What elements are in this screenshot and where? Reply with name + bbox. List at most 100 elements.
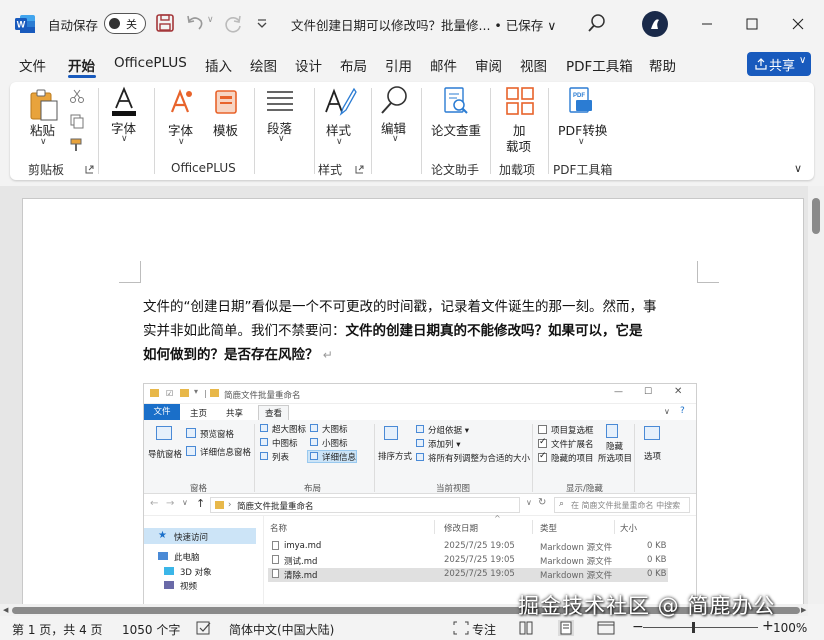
editing-search-icon <box>381 86 407 114</box>
template-button[interactable]: 模板 <box>213 120 238 139</box>
explorer-ribbon-sep <box>374 424 375 492</box>
tab-home[interactable]: 开始 <box>68 55 95 75</box>
explorer-group-layout: 布局 <box>304 484 322 494</box>
tab-layout[interactable]: 布局 <box>340 55 367 75</box>
body-paragraph[interactable]: 文件的“创建日期”看似是一个不可更改的时间戳，记录着文件诞生的那一刻。然而，事 … <box>143 295 703 367</box>
pdf-convert-dropdown-icon[interactable]: ∨ <box>578 137 585 147</box>
tab-view[interactable]: 视图 <box>520 55 547 75</box>
document-page[interactable]: 文件的“创建日期”看似是一个不可更改的时间戳，记录着文件诞生的那一刻。然而，事 … <box>22 198 804 604</box>
web-layout-icon[interactable] <box>597 620 615 636</box>
md-file-icon <box>272 569 279 578</box>
tab-insert[interactable]: 插入 <box>205 55 232 75</box>
addins-button-line2[interactable]: 载项 <box>506 136 531 155</box>
paper-check-button[interactable]: 论文查重 <box>431 120 481 139</box>
qat-dropdown-icon: ▾ <box>194 387 199 396</box>
format-painter-icon[interactable] <box>69 137 85 153</box>
customize-qat-icon[interactable] <box>251 12 273 34</box>
paragraph-line-2: 实并非如此简单。我们不禁要问：文件的创建日期真的不能修改吗？如果可以，它是 <box>143 319 703 343</box>
tab-mailings[interactable]: 邮件 <box>430 55 457 75</box>
explorer-titlebar: ☑ ▾ | 简鹿文件批量重命名 — ☐ ✕ <box>144 384 696 404</box>
ribbon-separator <box>371 88 372 174</box>
zoom-slider-knob[interactable] <box>692 622 695 633</box>
read-mode-icon[interactable] <box>518 620 534 636</box>
vertical-scrollbar[interactable] <box>808 186 824 604</box>
copy-icon[interactable] <box>69 113 85 129</box>
scroll-left-icon[interactable]: ◀ <box>3 606 8 614</box>
autosave-toggle[interactable]: 关 <box>104 13 146 34</box>
avatar-icon <box>643 12 667 36</box>
explorer-s-icons: 小图标 <box>322 439 348 449</box>
embedded-explorer-screenshot[interactable]: ☑ ▾ | 简鹿文件批量重命名 — ☐ ✕ 文件 主页 共享 查看 ∨ ? 导航… <box>143 383 697 604</box>
tab-file[interactable]: 文件 <box>19 55 46 75</box>
column-name: 名称 <box>270 524 288 534</box>
md-file-icon <box>272 541 279 550</box>
font-dropdown-icon[interactable]: ∨ <box>121 134 128 144</box>
user-avatar[interactable] <box>642 11 668 37</box>
styles-launcher-icon[interactable] <box>355 165 364 174</box>
paste-dropdown-icon[interactable]: ∨ <box>40 137 47 147</box>
ribbon-separator <box>98 88 99 174</box>
active-tab-indicator <box>68 75 96 78</box>
explorer-nav-pc: 此电脑 <box>174 553 200 563</box>
file-type: Markdown 源文件 <box>540 543 613 553</box>
scroll-right-icon[interactable]: ▶ <box>801 606 806 614</box>
paragraph-dropdown-icon[interactable]: ∨ <box>278 134 285 144</box>
paragraph-line-3: 如何做到的？是否存在风险？ ↵ <box>143 343 703 367</box>
ribbon-collapse-icon[interactable]: ∨ <box>794 162 802 175</box>
share-button[interactable]: 共享 ∨ <box>747 52 811 76</box>
autosave-label: 自动保存 <box>48 18 99 33</box>
focus-mode[interactable]: 专注 <box>472 621 496 638</box>
cut-icon[interactable] <box>69 88 85 104</box>
document-title[interactable]: 文件创建日期可以修改吗？批量修... • 已保存 ∨ <box>291 15 556 34</box>
explorer-list: 列表 <box>272 453 290 463</box>
maximize-icon[interactable] <box>739 12 765 36</box>
options-icon <box>644 426 660 440</box>
officeplus-font-dropdown-icon[interactable]: ∨ <box>178 137 185 147</box>
explorer-details: 详细信息 <box>322 453 357 463</box>
editing-dropdown-icon[interactable]: ∨ <box>392 134 399 144</box>
explorer-nav-video: 视频 <box>180 582 198 592</box>
column-sep <box>614 520 615 534</box>
styles-dropdown-icon[interactable]: ∨ <box>336 137 343 147</box>
tab-officeplus[interactable]: OfficePLUS <box>114 55 187 71</box>
ribbon-separator <box>254 88 255 174</box>
word-count[interactable]: 1050 个字 <box>122 621 180 638</box>
zoom-out-icon[interactable]: − <box>632 619 644 635</box>
undo-icon[interactable] <box>184 12 206 34</box>
tab-review[interactable]: 审阅 <box>475 55 502 75</box>
language-indicator[interactable]: 简体中文(中国大陆) <box>229 621 334 638</box>
explorer-preview-pane: 预览窗格 <box>200 430 235 440</box>
undo-dropdown-icon[interactable]: ∨ <box>207 15 214 25</box>
redo-icon[interactable] <box>222 12 244 34</box>
explorer-selected: 所选项目 <box>598 454 633 464</box>
refresh-icon: ↻ <box>538 497 547 508</box>
minimize-icon[interactable] <box>694 12 720 36</box>
ribbon-home: 粘贴 ∨ 剪贴板 字体 ∨ 字体 ∨ 模板 OfficePLUS 段落 ∨ 样式… <box>10 82 814 180</box>
tab-design[interactable]: 设计 <box>295 55 322 75</box>
focus-icon[interactable] <box>453 621 469 635</box>
list-icon <box>260 452 268 460</box>
search-icon[interactable] <box>586 12 608 34</box>
xl-icons-icon <box>260 424 268 432</box>
tab-references[interactable]: 引用 <box>385 55 412 75</box>
l-icons-icon <box>310 424 318 432</box>
vertical-scroll-thumb[interactable] <box>812 198 820 234</box>
explorer-nav-quick: 快速访问 <box>174 533 209 543</box>
address-sep-icon: › <box>228 500 232 510</box>
paragraph-line-3-bold: 如何做到的？是否存在风险？ <box>143 347 319 363</box>
close-icon[interactable] <box>785 12 811 36</box>
save-icon[interactable] <box>154 12 176 34</box>
document-canvas[interactable]: 文件的“创建日期”看似是一个不可更改的时间戳，记录着文件诞生的那一刻。然而，事 … <box>0 186 808 604</box>
back-arrow-icon: ← <box>150 498 159 509</box>
page-count[interactable]: 第 1 页，共 4 页 <box>12 621 103 638</box>
zoom-in-icon[interactable]: + <box>762 618 774 634</box>
tab-help[interactable]: 帮助 <box>649 55 676 75</box>
clipboard-launcher-icon[interactable] <box>85 165 94 174</box>
proofing-icon[interactable] <box>196 621 212 635</box>
tab-draw[interactable]: 绘图 <box>250 55 277 75</box>
tab-pdf-toolbox[interactable]: PDF工具箱 <box>566 55 633 75</box>
zoom-level[interactable]: 100% <box>773 621 807 635</box>
zoom-slider-track[interactable] <box>643 627 758 628</box>
print-layout-icon[interactable] <box>557 619 575 637</box>
explorer-group-view: 当前视图 <box>436 484 471 494</box>
